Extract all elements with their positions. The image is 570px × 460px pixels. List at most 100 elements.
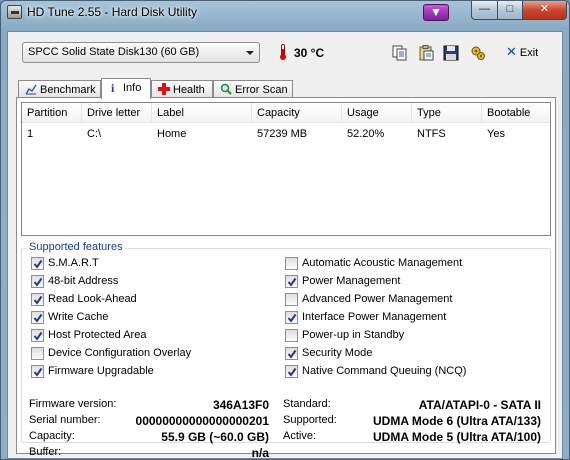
magnifier-icon <box>220 83 232 95</box>
feature-label: Security Mode <box>302 347 373 359</box>
supported-features-title: Supported features <box>27 241 125 253</box>
copy-info-icon <box>392 45 407 61</box>
feature-label: Firmware Upgradable <box>48 365 154 377</box>
checkbox[interactable] <box>31 329 44 342</box>
column-usage[interactable]: Usage <box>342 103 412 123</box>
column-partition[interactable]: Partition <box>22 103 82 123</box>
app-icon[interactable] <box>7 5 22 19</box>
detail-capacity: Capacity: 55.9 GB (~60.0 GB) <box>29 430 269 446</box>
detail-value: 00000000000000000201 <box>135 414 269 428</box>
svg-text:i: i <box>111 81 115 93</box>
column-bootable[interactable]: Bootable <box>482 103 552 123</box>
close-button[interactable]: ✕ <box>522 1 567 20</box>
checkbox[interactable] <box>31 347 44 360</box>
detail-key: Serial number: <box>29 414 101 426</box>
copy-all-button[interactable] <box>414 41 436 63</box>
detail-serial-number: Serial number: 00000000000000000201 <box>29 414 269 430</box>
feature-label: Power Management <box>302 275 401 287</box>
feature-label: Write Cache <box>48 311 109 323</box>
tab-error-scan[interactable]: Error Scan <box>213 80 293 98</box>
detail-supported: Supported: UDMA Mode 6 (Ultra ATA/133) <box>283 414 541 430</box>
cell-capacity: 57239 MB <box>257 128 308 140</box>
checkbox[interactable] <box>31 257 44 270</box>
detail-key: Buffer: <box>29 446 62 458</box>
info-icon: i <box>108 81 120 95</box>
tab-health-label: Health <box>173 84 205 96</box>
partition-table[interactable]: Partition Drive letter Label Capacity Us… <box>21 102 551 236</box>
cell-drive-letter: C:\ <box>87 128 102 140</box>
save-icon <box>443 45 459 61</box>
info-panel: Partition Drive letter Label Capacity Us… <box>16 97 556 459</box>
column-label[interactable]: Label <box>152 103 252 123</box>
save-button[interactable] <box>439 41 461 63</box>
maximize-button[interactable]: □ <box>497 1 523 20</box>
drive-select[interactable]: SPCC Solid State Disk130 (60 GB) <box>22 42 260 63</box>
checkbox[interactable] <box>285 275 298 288</box>
checkbox[interactable] <box>31 275 44 288</box>
cell-usage: 52.20% <box>347 128 385 140</box>
tab-info-label: Info <box>123 82 142 94</box>
tab-info[interactable]: i Info <box>101 78 151 99</box>
chevron-down-icon <box>246 51 254 55</box>
feature-label: 48-bit Address <box>48 275 119 287</box>
column-drive-letter[interactable]: Drive letter <box>82 103 152 123</box>
feature-label: Automatic Acoustic Management <box>302 257 463 269</box>
feature-label: Device Configuration Overlay <box>48 347 192 359</box>
exit-button[interactable]: ✕ Exit <box>506 44 538 60</box>
copy-info-button[interactable] <box>388 41 410 63</box>
checkbox[interactable] <box>285 347 298 360</box>
app-window: HD Tune 2.55 - Hard Disk Utility ▼ — □ ✕… <box>0 0 570 460</box>
feature-label: Read Look-Ahead <box>48 293 137 305</box>
checkbox[interactable] <box>285 329 298 342</box>
download-icon[interactable]: ▼ <box>423 4 449 21</box>
window-title: HD Tune 2.55 - Hard Disk Utility <box>27 5 198 19</box>
thermometer-icon <box>280 44 286 60</box>
cell-type: NTFS <box>417 128 446 140</box>
title-bar[interactable]: HD Tune 2.55 - Hard Disk Utility ▼ — □ ✕ <box>1 1 569 23</box>
cell-label: Home <box>157 128 187 140</box>
detail-firmware-version: Firmware version: 346A13F0 <box>29 398 269 414</box>
checkbox[interactable] <box>285 293 298 306</box>
feature-label: Advanced Power Management <box>302 293 453 305</box>
column-type[interactable]: Type <box>412 103 482 123</box>
main-panel: SPCC Solid State Disk130 (60 GB) 30 °C ✕… <box>7 31 563 459</box>
detail-value: 346A13F0 <box>212 398 269 412</box>
detail-value: ATA/ATAPI-0 - SATA II <box>418 398 541 412</box>
checkbox[interactable] <box>285 365 298 378</box>
copy-all-icon <box>419 45 434 61</box>
exit-label: Exit <box>519 47 539 59</box>
detail-key: Capacity: <box>29 430 75 442</box>
detail-value: n/a <box>251 446 269 460</box>
detail-active: Active: UDMA Mode 5 (Ultra ATA/100) <box>283 430 541 446</box>
detail-key: Supported: <box>283 414 337 426</box>
detail-standard: Standard: ATA/ATAPI-0 - SATA II <box>283 398 541 414</box>
checkbox[interactable] <box>31 365 44 378</box>
detail-value: UDMA Mode 6 (Ultra ATA/133) <box>372 414 541 428</box>
minimize-button[interactable]: — <box>471 1 498 20</box>
detail-value: UDMA Mode 5 (Ultra ATA/100) <box>372 430 541 444</box>
tab-benchmark-label: Benchmark <box>40 84 96 96</box>
health-icon <box>158 83 170 95</box>
detail-value: 55.9 GB (~60.0 GB) <box>161 430 269 444</box>
tab-health[interactable]: Health <box>151 80 213 98</box>
cell-bootable: Yes <box>487 128 505 140</box>
drive-select-value: SPCC Solid State Disk130 (60 GB) <box>28 46 200 58</box>
detail-key: Active: <box>283 430 317 442</box>
feature-label: Host Protected Area <box>48 329 147 341</box>
feature-label: Interface Power Management <box>302 311 447 323</box>
feature-label: Power-up in Standby <box>302 329 405 341</box>
exit-icon: ✕ <box>506 44 517 59</box>
detail-key: Standard: <box>283 398 331 410</box>
checkbox[interactable] <box>285 311 298 324</box>
checkbox[interactable] <box>31 293 44 306</box>
column-capacity[interactable]: Capacity <box>252 103 342 123</box>
tab-error-scan-label: Error Scan <box>235 84 288 96</box>
detail-buffer: Buffer: n/a <box>29 446 269 460</box>
checkbox[interactable] <box>285 257 298 270</box>
tab-benchmark[interactable]: Benchmark <box>18 80 101 98</box>
options-button[interactable] <box>466 41 488 63</box>
partition-table-header: Partition Drive letter Label Capacity Us… <box>22 103 550 123</box>
checkbox[interactable] <box>31 311 44 324</box>
detail-key: Firmware version: <box>29 398 117 410</box>
feature-label: Native Command Queuing (NCQ) <box>302 365 467 377</box>
